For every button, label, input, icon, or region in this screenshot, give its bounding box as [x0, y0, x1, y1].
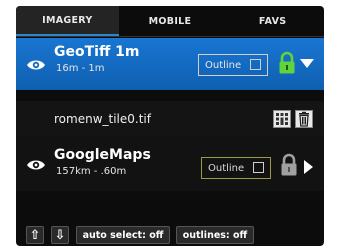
tab-divider [16, 36, 324, 37]
outlines-button[interactable]: outlines: off [176, 226, 254, 244]
layer-range: 157km - .60m [56, 166, 127, 177]
lock-icon[interactable] [280, 153, 298, 177]
tab-favs[interactable]: FAVS [221, 6, 324, 36]
eye-icon[interactable] [26, 58, 46, 72]
outline-label: Outline [208, 162, 245, 174]
outline-checkbox[interactable] [253, 162, 264, 173]
layer-name: GoogleMaps [54, 147, 151, 163]
chevron-right-icon[interactable] [304, 160, 313, 174]
outline-label: Outline [205, 59, 242, 71]
arrow-down-icon[interactable]: ⇩ [51, 226, 69, 244]
chevron-down-icon[interactable] [300, 59, 314, 69]
layer-row-googlemaps[interactable]: GoogleMaps 157km - .60m Outline [16, 136, 324, 191]
trash-icon[interactable] [295, 110, 313, 128]
layer-range: 16m - 1m [56, 63, 105, 74]
grid-icon[interactable] [273, 110, 291, 128]
file-name: romenw_tile0.tif [54, 112, 151, 126]
layer-manager-panel: IMAGERY MOBILE FAVS GeoTiff 1m 16m - 1m … [16, 6, 324, 246]
layer-row-geotiff[interactable]: GeoTiff 1m 16m - 1m Outline [16, 38, 324, 90]
lock-icon[interactable] [278, 51, 296, 75]
outline-toggle[interactable]: Outline [198, 54, 268, 76]
tab-mobile[interactable]: MOBILE [119, 6, 222, 36]
outline-toggle[interactable]: Outline [201, 157, 271, 179]
tab-imagery[interactable]: IMAGERY [16, 6, 119, 36]
bottom-toolbar: ⇧ ⇩ auto select: off outlines: off [16, 224, 324, 246]
eye-icon[interactable] [26, 158, 46, 172]
auto-select-button[interactable]: auto select: off [76, 226, 170, 244]
outline-checkbox[interactable] [250, 59, 261, 70]
tab-bar: IMAGERY MOBILE FAVS [16, 6, 324, 36]
arrow-up-icon[interactable]: ⇧ [26, 226, 44, 244]
layer-name: GeoTiff 1m [54, 44, 140, 60]
